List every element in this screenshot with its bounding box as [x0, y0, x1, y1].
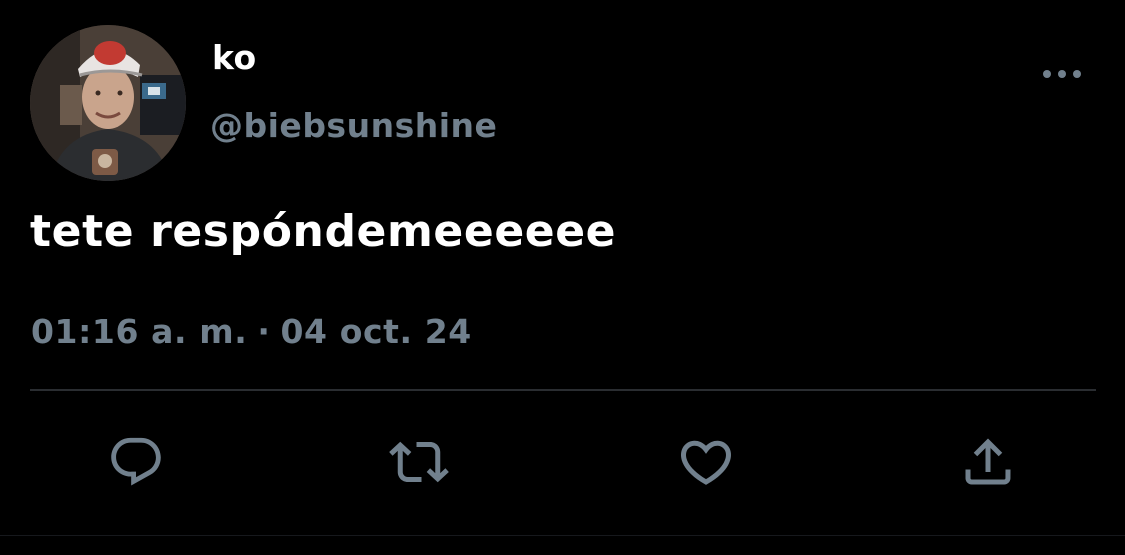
more-horizontal-icon — [1043, 70, 1081, 78]
tweet-date: 04 oct. 24 — [280, 312, 472, 351]
share-button[interactable] — [958, 432, 1018, 492]
like-button[interactable] — [676, 432, 736, 492]
reply-icon — [111, 437, 161, 486]
bottom-divider — [0, 535, 1125, 536]
user-handle[interactable]: @biebsunshine — [210, 106, 497, 145]
tweet-text: tete respóndemeeeeee — [30, 206, 617, 257]
retweet-button[interactable] — [389, 432, 449, 492]
share-icon — [965, 438, 1011, 485]
divider — [30, 389, 1096, 391]
display-name[interactable]: ko — [212, 38, 257, 77]
tweet-timestamp[interactable]: 01:16 a. m. · 04 oct. 24 — [31, 312, 472, 351]
tweet-time: 01:16 a. m. — [31, 312, 248, 351]
heart-icon — [680, 440, 732, 485]
tweet-detail: ko @biebsunshine tete respóndemeeeeee 01… — [0, 0, 1125, 555]
avatar-photo — [30, 25, 186, 181]
avatar[interactable] — [30, 25, 186, 181]
more-options-button[interactable] — [1040, 58, 1084, 90]
retweet-icon — [389, 441, 449, 483]
reply-button[interactable] — [106, 432, 166, 492]
meta-separator: · — [257, 312, 271, 351]
